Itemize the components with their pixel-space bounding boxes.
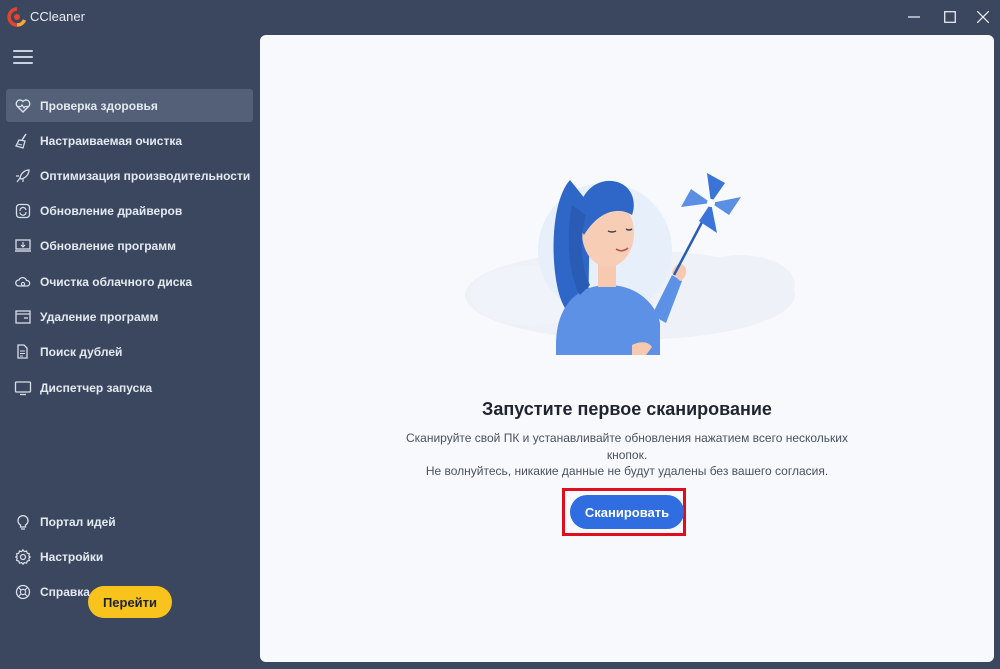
sidebar-item-software-update[interactable]: Обновление программ: [6, 229, 253, 262]
description-line: Сканируйте свой ПК и устанавливайте обно…: [405, 431, 849, 462]
title-bar: CCleaner: [0, 0, 1000, 34]
duplicate-icon: [13, 342, 33, 362]
cloud-icon: [13, 272, 33, 292]
main-panel: Запустите первое сканирование Сканируйте…: [260, 35, 994, 662]
close-icon: [977, 11, 989, 23]
sidebar-item-performance[interactable]: Оптимизация производительности: [6, 159, 253, 192]
page-description: Сканируйте свой ПК и устанавливайте обно…: [390, 430, 864, 480]
go-button[interactable]: Перейти: [88, 586, 172, 618]
page-heading: Запустите первое сканирование: [482, 399, 772, 419]
maximize-button[interactable]: [932, 4, 968, 30]
sidebar-item-duplicates[interactable]: Поиск дублей: [6, 335, 253, 368]
monitor-icon: [13, 378, 33, 398]
sidebar-item-label: Проверка здоровья: [40, 98, 158, 113]
woman-with-pinwheel-illustration: [465, 173, 795, 355]
sidebar-item-label: Оптимизация производительности: [40, 168, 251, 183]
sidebar-item-label: Обновление драйверов: [40, 203, 183, 218]
description-line: Не волнуйтесь, никакие данные не будут у…: [425, 464, 829, 478]
sidebar-item-custom-clean[interactable]: Настраиваемая очистка: [6, 124, 253, 157]
sidebar-item-settings[interactable]: Настройки: [6, 540, 253, 573]
scan-button[interactable]: Сканировать: [570, 495, 684, 529]
sidebar-item-label: Поиск дублей: [40, 344, 123, 359]
rocket-icon: [13, 166, 33, 186]
sidebar-item-health-check[interactable]: Проверка здоровья: [6, 89, 253, 122]
sidebar-item-startup-manager[interactable]: Диспетчер запуска: [6, 371, 253, 404]
sidebar-item-label: Очистка облачного диска: [40, 274, 193, 289]
lightbulb-icon: [13, 512, 33, 532]
hamburger-icon[interactable]: [13, 50, 33, 66]
sidebar-item-label: Настройки: [40, 549, 104, 564]
sidebar-item-cloud-clean[interactable]: Очистка облачного диска: [6, 265, 253, 298]
gear-icon: [13, 547, 33, 567]
maximize-icon: [944, 11, 956, 23]
app-title: CCleaner: [30, 9, 85, 24]
close-button[interactable]: [965, 4, 1000, 30]
sidebar-item-ideas-portal[interactable]: Портал идей: [6, 505, 253, 538]
sidebar-item-label: Удаление программ: [40, 309, 159, 324]
minimize-button[interactable]: [896, 4, 932, 30]
sidebar-item-label: Диспетчер запуска: [40, 380, 153, 395]
sidebar-item-label: Справка: [40, 584, 90, 599]
minimize-icon: [908, 16, 920, 18]
sidebar-item-driver-update[interactable]: Обновление драйверов: [6, 194, 253, 227]
sidebar: Проверка здоровья Настраиваемая очистка …: [0, 34, 260, 669]
sidebar-item-label: Обновление программ: [40, 238, 176, 253]
sidebar-item-label: Портал идей: [40, 514, 116, 529]
heart-icon: [13, 96, 33, 116]
sidebar-item-label: Настраиваемая очистка: [40, 133, 183, 148]
driver-update-icon: [13, 201, 33, 221]
uninstall-icon: [13, 307, 33, 327]
sidebar-item-uninstall[interactable]: Удаление программ: [6, 300, 253, 333]
software-update-icon: [13, 236, 33, 256]
broom-icon: [13, 131, 33, 151]
ccleaner-logo-icon: [7, 7, 27, 27]
help-icon: [13, 582, 33, 602]
